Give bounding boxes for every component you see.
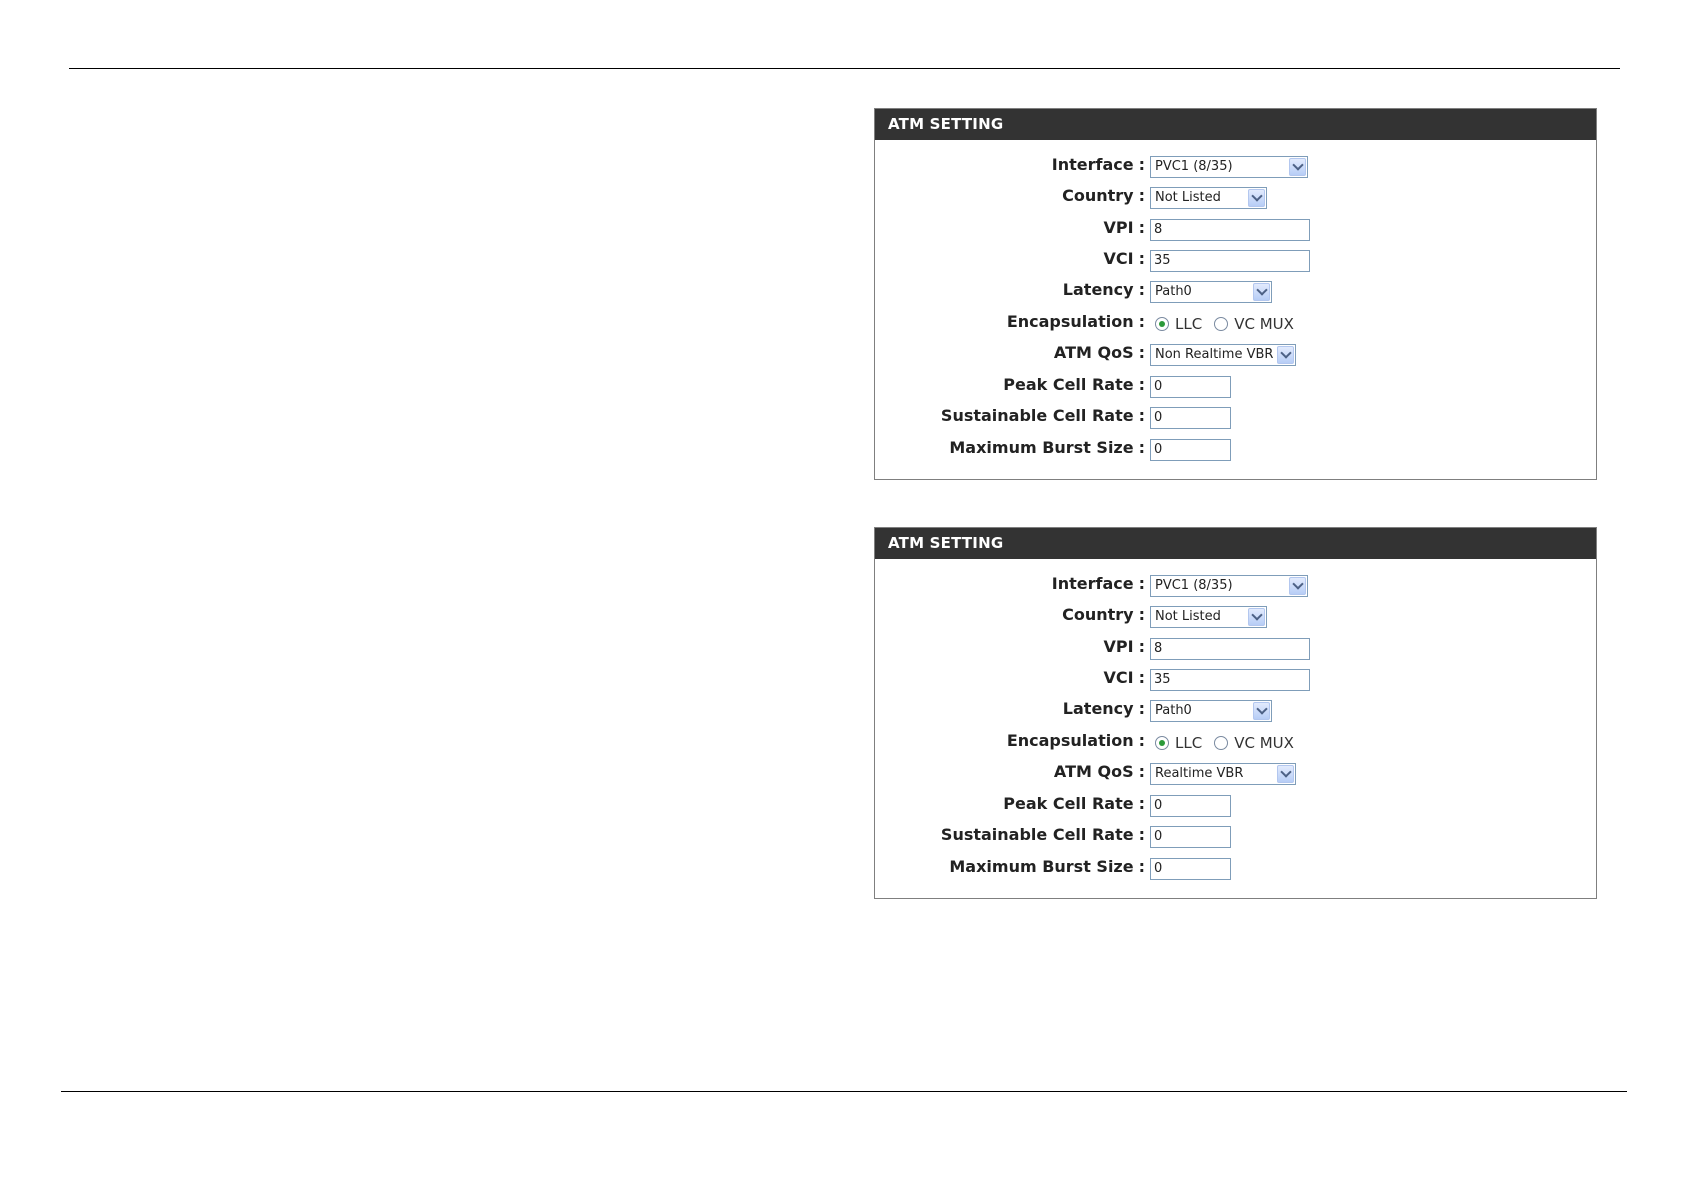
- vci-label: VCI: [1103, 249, 1134, 268]
- country-select[interactable]: Not Listed: [1150, 187, 1267, 209]
- vci-row: VCI: 35: [875, 248, 1596, 274]
- atm-qos-row: ATM QoS: Non Realtime VBR: [875, 342, 1596, 368]
- vpi-input[interactable]: 8: [1150, 219, 1310, 241]
- interface-select[interactable]: PVC1 (8/35): [1150, 575, 1308, 597]
- latency-value: Path0: [1155, 284, 1192, 299]
- interface-value: PVC1 (8/35): [1155, 159, 1233, 174]
- peak-cell-rate-row: Peak Cell Rate: 0: [875, 793, 1596, 819]
- interface-select[interactable]: PVC1 (8/35): [1150, 156, 1308, 178]
- latency-select[interactable]: Path0: [1150, 700, 1272, 722]
- peak-cell-rate-input[interactable]: 0: [1150, 376, 1231, 398]
- chevron-down-icon[interactable]: [1289, 158, 1306, 176]
- chevron-down-icon[interactable]: [1277, 346, 1294, 364]
- latency-label: Latency: [1062, 699, 1134, 718]
- vpi-label: VPI: [1103, 218, 1134, 237]
- latency-row: Latency: Path0: [875, 279, 1596, 305]
- sustainable-cell-rate-row: Sustainable Cell Rate: 0: [875, 824, 1596, 850]
- chevron-down-icon[interactable]: [1277, 765, 1294, 783]
- vc-mux-label: VC MUX: [1234, 315, 1294, 333]
- sustainable-cell-rate-input[interactable]: 0: [1150, 407, 1231, 429]
- vpi-row: VPI: 8: [875, 636, 1596, 662]
- vpi-input[interactable]: 8: [1150, 638, 1310, 660]
- encapsulation-options: LLC VC MUX: [1150, 732, 1300, 754]
- country-value: Not Listed: [1155, 609, 1221, 624]
- vc-mux-label: VC MUX: [1234, 734, 1294, 752]
- vci-label: VCI: [1103, 668, 1134, 687]
- vci-input[interactable]: 35: [1150, 669, 1310, 691]
- country-select[interactable]: Not Listed: [1150, 606, 1267, 628]
- atm-qos-label: ATM QoS: [1053, 762, 1134, 781]
- country-row: Country: Not Listed: [875, 604, 1596, 630]
- atm-qos-row: ATM QoS: Realtime VBR: [875, 761, 1596, 787]
- country-row: Country: Not Listed: [875, 185, 1596, 211]
- atm-setting-panel-2: ATM SETTING Interface: PVC1 (8/35) Count…: [874, 527, 1597, 899]
- interface-row: Interface: PVC1 (8/35): [875, 154, 1596, 180]
- country-label: Country: [1062, 186, 1134, 205]
- interface-row: Interface: PVC1 (8/35): [875, 573, 1596, 599]
- latency-value: Path0: [1155, 703, 1192, 718]
- atm-qos-select[interactable]: Non Realtime VBR: [1150, 344, 1296, 366]
- llc-label: LLC: [1175, 734, 1203, 752]
- interface-label: Interface: [1051, 574, 1134, 593]
- peak-cell-rate-label: Peak Cell Rate: [1003, 794, 1134, 813]
- peak-cell-rate-row: Peak Cell Rate: 0: [875, 374, 1596, 400]
- chevron-down-icon[interactable]: [1253, 702, 1270, 720]
- sustainable-cell-rate-label: Sustainable Cell Rate: [940, 825, 1134, 844]
- atm-qos-label: ATM QoS: [1053, 343, 1134, 362]
- top-rule: [69, 68, 1620, 69]
- chevron-down-icon[interactable]: [1248, 189, 1265, 207]
- encapsulation-options: LLC VC MUX: [1150, 313, 1300, 335]
- peak-cell-rate-label: Peak Cell Rate: [1003, 375, 1134, 394]
- encapsulation-label: Encapsulation: [1006, 731, 1134, 750]
- sustainable-cell-rate-input[interactable]: 0: [1150, 826, 1231, 848]
- max-burst-size-label: Maximum Burst Size: [949, 857, 1134, 876]
- max-burst-size-label: Maximum Burst Size: [949, 438, 1134, 457]
- max-burst-size-input[interactable]: 0: [1150, 439, 1231, 461]
- peak-cell-rate-input[interactable]: 0: [1150, 795, 1231, 817]
- atm-qos-value: Realtime VBR: [1155, 766, 1244, 781]
- vci-row: VCI: 35: [875, 667, 1596, 693]
- country-label: Country: [1062, 605, 1134, 624]
- vpi-label: VPI: [1103, 637, 1134, 656]
- vpi-row: VPI: 8: [875, 217, 1596, 243]
- interface-label: Interface: [1051, 155, 1134, 174]
- latency-label: Latency: [1062, 280, 1134, 299]
- vc-mux-radio[interactable]: [1214, 736, 1229, 750]
- atm-qos-value: Non Realtime VBR: [1155, 347, 1274, 362]
- interface-value: PVC1 (8/35): [1155, 578, 1233, 593]
- sustainable-cell-rate-row: Sustainable Cell Rate: 0: [875, 405, 1596, 431]
- max-burst-size-row: Maximum Burst Size: 0: [875, 856, 1596, 882]
- chevron-down-icon[interactable]: [1253, 283, 1270, 301]
- chevron-down-icon[interactable]: [1289, 577, 1306, 595]
- bottom-rule: [61, 1091, 1627, 1092]
- llc-radio[interactable]: [1155, 317, 1169, 331]
- panel-title: ATM SETTING: [875, 528, 1596, 559]
- panel-title: ATM SETTING: [875, 109, 1596, 140]
- max-burst-size-row: Maximum Burst Size: 0: [875, 437, 1596, 463]
- country-value: Not Listed: [1155, 190, 1221, 205]
- atm-setting-panel-1: ATM SETTING Interface: PVC1 (8/35) Count…: [874, 108, 1597, 480]
- llc-label: LLC: [1175, 315, 1203, 333]
- latency-row: Latency: Path0: [875, 698, 1596, 724]
- latency-select[interactable]: Path0: [1150, 281, 1272, 303]
- sustainable-cell-rate-label: Sustainable Cell Rate: [940, 406, 1134, 425]
- vci-input[interactable]: 35: [1150, 250, 1310, 272]
- max-burst-size-input[interactable]: 0: [1150, 858, 1231, 880]
- atm-qos-select[interactable]: Realtime VBR: [1150, 763, 1296, 785]
- chevron-down-icon[interactable]: [1248, 608, 1265, 626]
- encapsulation-row: Encapsulation: LLC VC MUX: [875, 730, 1596, 756]
- vc-mux-radio[interactable]: [1214, 317, 1229, 331]
- encapsulation-row: Encapsulation: LLC VC MUX: [875, 311, 1596, 337]
- llc-radio[interactable]: [1155, 736, 1169, 750]
- encapsulation-label: Encapsulation: [1006, 312, 1134, 331]
